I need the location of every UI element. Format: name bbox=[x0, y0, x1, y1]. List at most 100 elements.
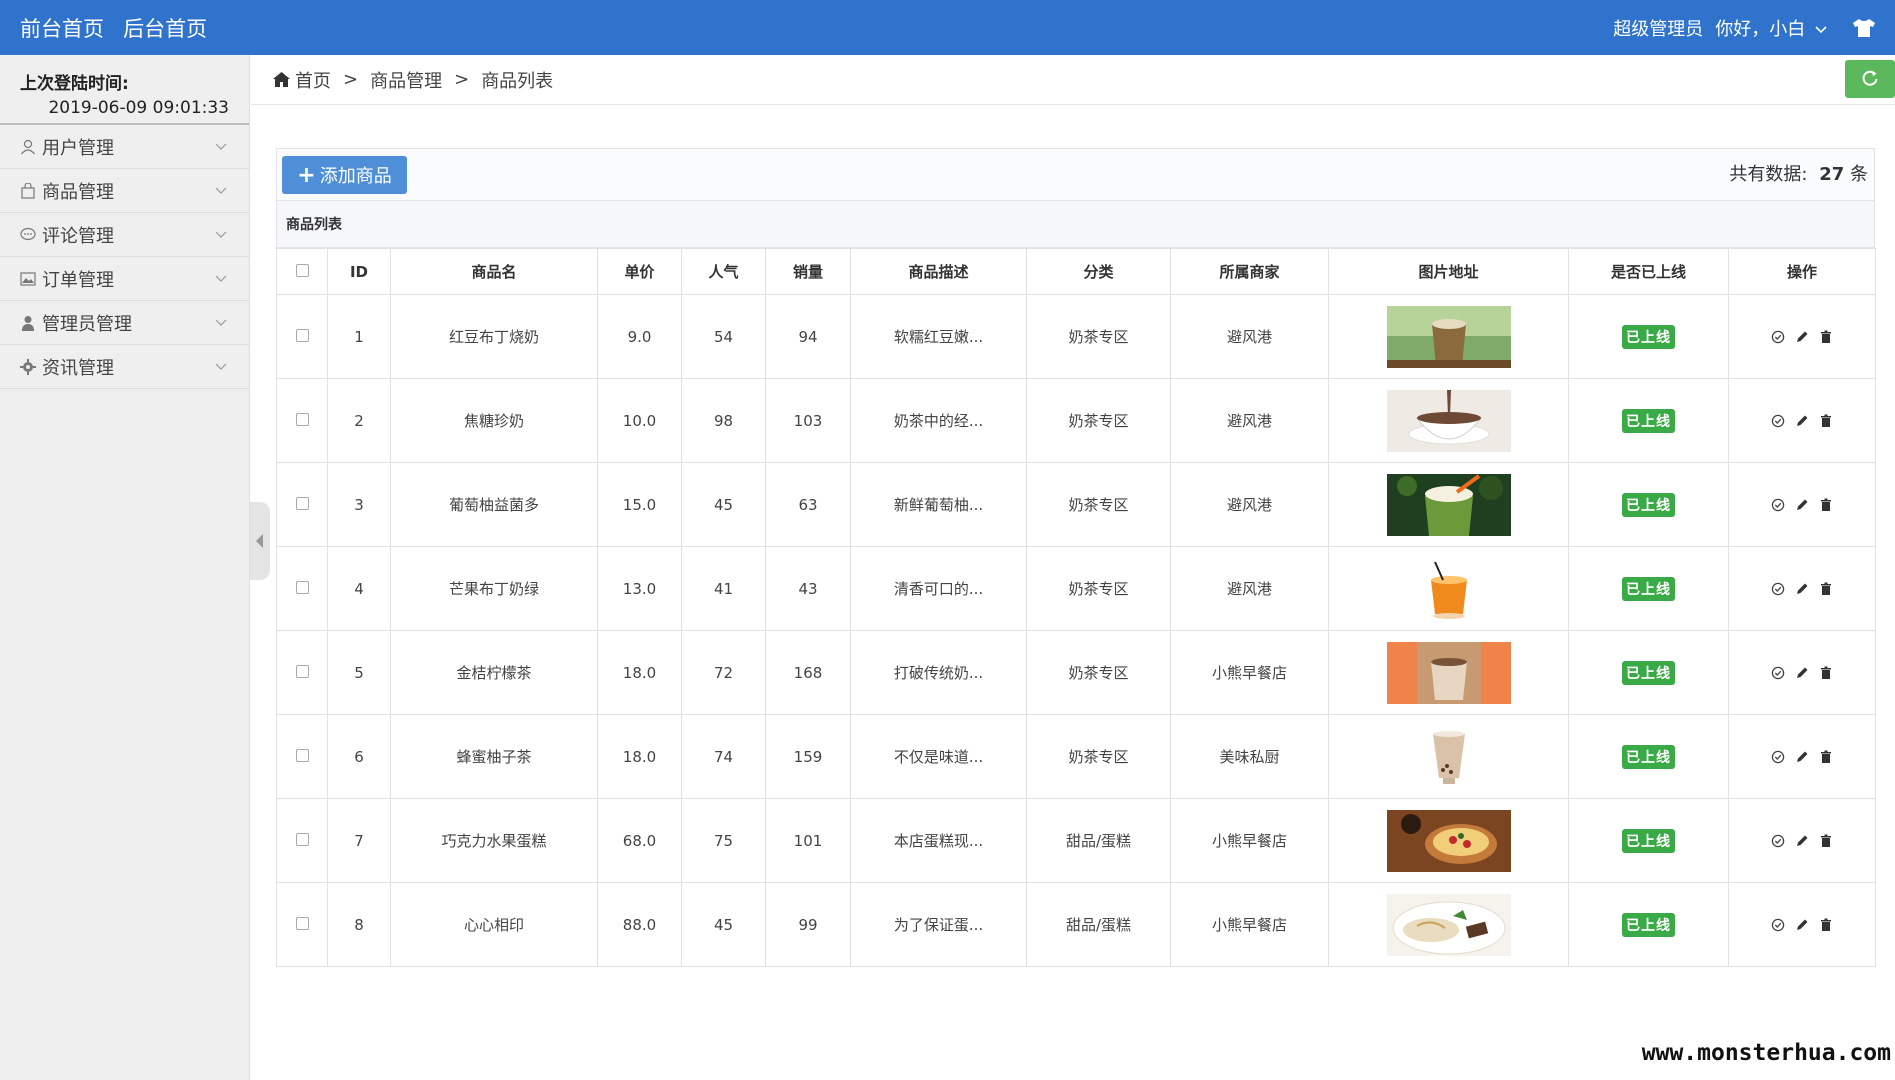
cell-price: 9.0 bbox=[597, 294, 682, 379]
back-home-link[interactable]: 后台首页 bbox=[123, 17, 207, 41]
column-header: 商品名 bbox=[390, 248, 598, 295]
row-checkbox[interactable] bbox=[295, 412, 309, 426]
edit-pencil-icon[interactable] bbox=[1795, 330, 1809, 344]
trash-icon[interactable] bbox=[1819, 582, 1833, 596]
row-select-cell bbox=[276, 462, 328, 547]
cell-name: 蜂蜜柚子茶 bbox=[390, 714, 598, 799]
cell-sales: 101 bbox=[765, 798, 851, 883]
row-checkbox[interactable] bbox=[295, 496, 309, 510]
trash-icon[interactable] bbox=[1819, 750, 1833, 764]
row-checkbox[interactable] bbox=[295, 328, 309, 342]
person-icon bbox=[22, 315, 34, 331]
add-goods-button[interactable]: + 添加商品 bbox=[282, 156, 407, 194]
check-circle-icon[interactable] bbox=[1771, 834, 1785, 848]
trash-icon[interactable] bbox=[1819, 498, 1833, 512]
breadcrumb-goods-management[interactable]: 商品管理 bbox=[370, 67, 442, 93]
cell-price: 15.0 bbox=[597, 462, 682, 547]
sidebar-item-5[interactable]: 资讯管理 bbox=[0, 345, 249, 389]
edit-pencil-icon[interactable] bbox=[1795, 918, 1809, 932]
cell-image bbox=[1328, 378, 1569, 463]
cell-name: 葡萄柚益菌多 bbox=[390, 462, 598, 547]
row-checkbox[interactable] bbox=[295, 916, 309, 930]
sidebar-item-1[interactable]: 商品管理 bbox=[0, 169, 249, 213]
cell-desc: 为了保证蛋... bbox=[850, 882, 1027, 967]
cell-price: 68.0 bbox=[597, 798, 682, 883]
column-header: 分类 bbox=[1026, 248, 1171, 295]
check-circle-icon[interactable] bbox=[1771, 666, 1785, 680]
sidebar-item-3[interactable]: 订单管理 bbox=[0, 257, 249, 301]
row-checkbox[interactable] bbox=[295, 748, 309, 762]
column-header: 操作 bbox=[1728, 248, 1876, 295]
status-badge: 已上线 bbox=[1622, 576, 1675, 601]
column-header: 单价 bbox=[597, 248, 682, 295]
cell-status: 已上线 bbox=[1568, 798, 1729, 883]
table-row: 6 蜂蜜柚子茶 18.0 74 159 不仅是味道... 奶茶专区 美味私厨 已上线 bbox=[276, 714, 1876, 799]
total-count: 共有数据: 27 条 bbox=[1729, 160, 1868, 186]
check-circle-icon[interactable] bbox=[1771, 918, 1785, 932]
product-image bbox=[1386, 641, 1511, 704]
trash-icon[interactable] bbox=[1819, 330, 1833, 344]
edit-pencil-icon[interactable] bbox=[1795, 666, 1809, 680]
row-checkbox[interactable] bbox=[295, 580, 309, 594]
trash-icon[interactable] bbox=[1819, 918, 1833, 932]
top-nav: 前台首页 后台首页 bbox=[20, 13, 221, 43]
last-login-time: 2019-06-09 09:01:33 bbox=[48, 98, 229, 118]
cell-status: 已上线 bbox=[1568, 882, 1729, 967]
column-header: 所属商家 bbox=[1170, 248, 1329, 295]
table-row: 8 心心相印 88.0 45 99 为了保证蛋... 甜品/蛋糕 小熊早餐店 已上线 bbox=[276, 882, 1876, 967]
edit-pencil-icon[interactable] bbox=[1795, 414, 1809, 428]
user-area: 超级管理员 你好，小白 bbox=[1601, 15, 1875, 41]
edit-pencil-icon[interactable] bbox=[1795, 750, 1809, 764]
cell-pop: 98 bbox=[681, 378, 766, 463]
cell-actions bbox=[1728, 378, 1876, 463]
sidebar-item-2[interactable]: 评论管理 bbox=[0, 213, 249, 257]
cell-actions bbox=[1728, 714, 1876, 799]
cell-actions bbox=[1728, 462, 1876, 547]
table-row: 5 金桔柠檬茶 18.0 72 168 打破传统奶... 奶茶专区 小熊早餐店 已上线 bbox=[276, 630, 1876, 715]
sidebar-item-label: 管理员管理 bbox=[42, 313, 132, 335]
sidebar-item-label: 用户管理 bbox=[42, 137, 114, 159]
trash-icon[interactable] bbox=[1819, 666, 1833, 680]
cell-pop: 45 bbox=[681, 462, 766, 547]
refresh-button[interactable] bbox=[1845, 60, 1895, 98]
column-header: 销量 bbox=[765, 248, 851, 295]
edit-pencil-icon[interactable] bbox=[1795, 834, 1809, 848]
trash-icon[interactable] bbox=[1819, 414, 1833, 428]
product-image bbox=[1386, 557, 1511, 620]
cell-shop: 小熊早餐店 bbox=[1170, 630, 1329, 715]
cell-shop: 避风港 bbox=[1170, 378, 1329, 463]
edit-pencil-icon[interactable] bbox=[1795, 582, 1809, 596]
cell-image bbox=[1328, 714, 1569, 799]
column-header: ID bbox=[327, 248, 391, 295]
sidebar-item-4[interactable]: 管理员管理 bbox=[0, 301, 249, 345]
row-checkbox[interactable] bbox=[295, 832, 309, 846]
cell-cat: 奶茶专区 bbox=[1026, 294, 1171, 379]
row-select-cell bbox=[276, 546, 328, 631]
sidebar-item-label: 评论管理 bbox=[42, 225, 114, 247]
trash-icon[interactable] bbox=[1819, 834, 1833, 848]
front-home-link[interactable]: 前台首页 bbox=[20, 17, 104, 41]
cell-desc: 本店蛋糕现... bbox=[850, 798, 1027, 883]
check-circle-icon[interactable] bbox=[1771, 498, 1785, 512]
check-circle-icon[interactable] bbox=[1771, 750, 1785, 764]
cell-name: 焦糖珍奶 bbox=[390, 378, 598, 463]
user-greeting-dropdown[interactable]: 你好，小白 bbox=[1715, 15, 1827, 41]
row-checkbox[interactable] bbox=[295, 664, 309, 678]
sidebar-item-0[interactable]: 用户管理 bbox=[0, 125, 249, 169]
check-circle-icon[interactable] bbox=[1771, 330, 1785, 344]
cell-cat: 奶茶专区 bbox=[1026, 714, 1171, 799]
cell-image bbox=[1328, 798, 1569, 883]
cell-shop: 小熊早餐店 bbox=[1170, 882, 1329, 967]
check-circle-icon[interactable] bbox=[1771, 582, 1785, 596]
edit-pencil-icon[interactable] bbox=[1795, 498, 1809, 512]
breadcrumb-home[interactable]: 首页 bbox=[295, 67, 331, 93]
breadcrumb-separator: > bbox=[343, 69, 359, 90]
sidebar-collapse-handle[interactable] bbox=[250, 502, 270, 580]
status-badge: 已上线 bbox=[1622, 912, 1675, 937]
cell-status: 已上线 bbox=[1568, 294, 1729, 379]
select-all-checkbox[interactable] bbox=[295, 263, 309, 277]
check-circle-icon[interactable] bbox=[1771, 414, 1785, 428]
product-image bbox=[1386, 809, 1511, 872]
shirt-icon[interactable] bbox=[1853, 18, 1875, 37]
total-suffix: 条 bbox=[1850, 164, 1868, 185]
